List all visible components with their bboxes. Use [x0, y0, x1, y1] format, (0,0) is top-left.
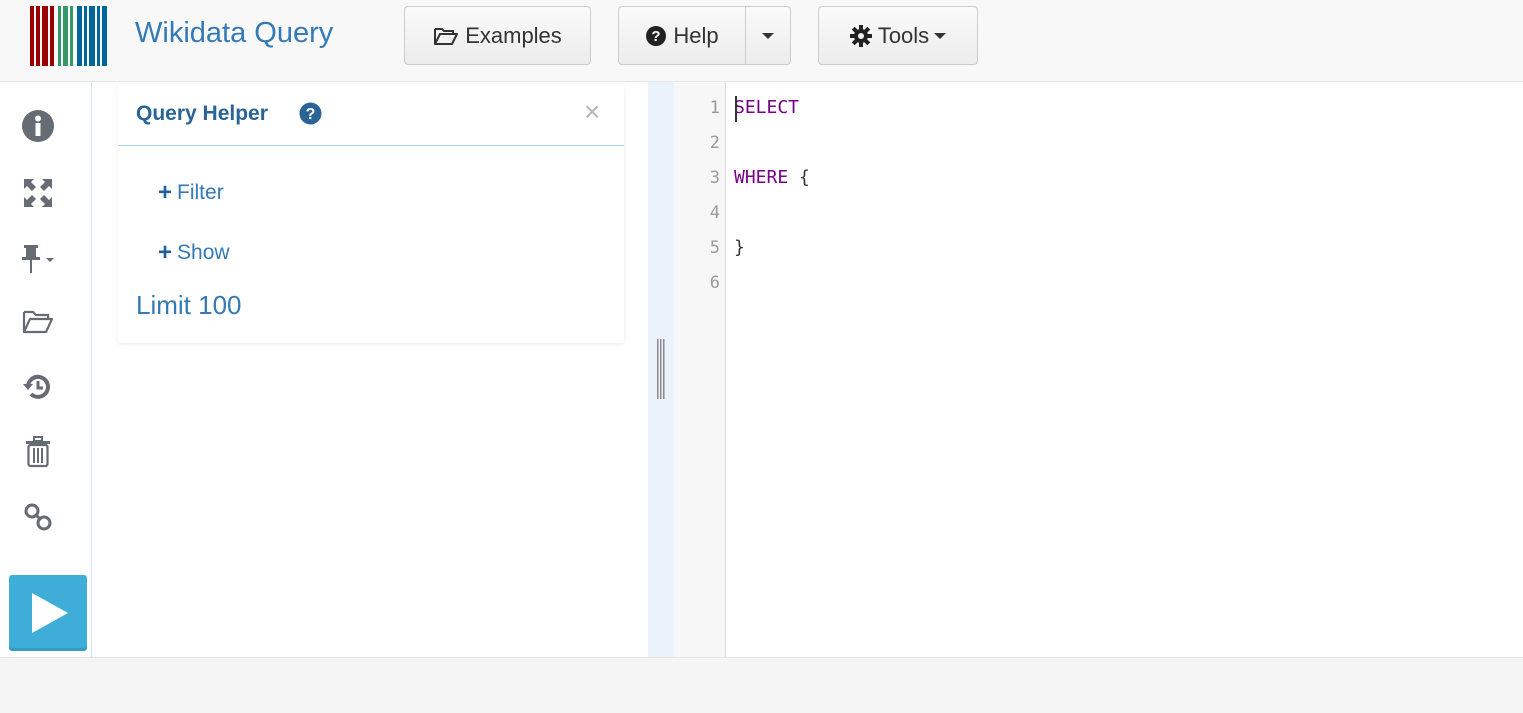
question-circle-icon[interactable]: ? — [299, 102, 322, 125]
line-number: 3 — [709, 168, 720, 188]
examples-label: Examples — [465, 22, 562, 48]
brand-title[interactable]: Wikidata Query — [135, 15, 333, 51]
folder-open-icon — [434, 27, 459, 45]
query-helper-panel: Query Helper ? × + Filter + Show Limit 1… — [118, 84, 624, 343]
link-icon[interactable] — [18, 497, 58, 537]
svg-text:?: ? — [652, 28, 661, 45]
filter-label: Filter — [177, 181, 224, 204]
line-number: 5 — [709, 238, 720, 258]
chevron-down-icon — [762, 32, 774, 39]
code-line-where[interactable]: WHERE { — [734, 166, 810, 190]
line-number: 6 — [709, 273, 720, 293]
trash-icon[interactable] — [18, 432, 58, 472]
run-query-button[interactable] — [9, 575, 87, 651]
line-number: 2 — [709, 133, 720, 153]
fullscreen-icon[interactable] — [18, 173, 58, 213]
examples-button[interactable]: Examples — [404, 6, 591, 65]
help-label: Help — [673, 22, 719, 48]
code-line-close-brace[interactable]: } — [734, 236, 745, 260]
results-bar — [0, 657, 1523, 713]
query-helper-header: Query Helper ? × — [118, 84, 624, 146]
tools-button[interactable]: Tools — [818, 6, 978, 65]
help-button[interactable]: ? Help — [618, 6, 746, 65]
text-cursor — [735, 96, 737, 122]
show-label: Show — [177, 241, 230, 264]
drag-handle-icon[interactable] — [653, 339, 669, 399]
pin-icon[interactable] — [18, 239, 58, 279]
top-navbar: Wikidata Query Examples ? Help Tools — [0, 0, 1523, 82]
line-number: 4 — [709, 203, 720, 223]
query-helper-title: Query Helper — [136, 102, 268, 125]
add-filter-button[interactable]: + Filter — [158, 180, 224, 206]
where-keyword: WHERE — [734, 167, 789, 188]
wikidata-logo[interactable] — [30, 6, 120, 66]
question-circle-icon: ? — [646, 25, 667, 46]
info-icon[interactable] — [18, 106, 58, 146]
history-icon[interactable] — [18, 367, 58, 407]
play-icon — [32, 593, 68, 633]
limit-link[interactable]: Limit 100 — [136, 289, 242, 321]
svg-text:?: ? — [306, 106, 316, 123]
add-show-button[interactable]: + Show — [158, 240, 230, 266]
left-toolbar — [0, 82, 92, 657]
help-dropdown-toggle[interactable] — [745, 6, 791, 65]
folder-open-icon[interactable] — [18, 302, 58, 342]
plus-icon: + — [158, 239, 173, 266]
plus-icon: + — [158, 179, 173, 206]
code-line-select[interactable]: SELECT — [734, 96, 799, 120]
open-brace: { — [788, 167, 810, 188]
tools-label: Tools — [877, 22, 930, 48]
chevron-down-icon — [934, 32, 947, 39]
line-number-gutter: 1 2 3 4 5 6 — [674, 82, 726, 657]
gear-icon — [849, 24, 872, 47]
line-number: 1 — [709, 98, 720, 118]
close-icon[interactable]: × — [584, 98, 600, 126]
sparql-code-editor[interactable]: 1 2 3 4 5 6 SELECT WHERE { } — [674, 82, 1523, 657]
panel-splitter[interactable] — [648, 82, 674, 657]
